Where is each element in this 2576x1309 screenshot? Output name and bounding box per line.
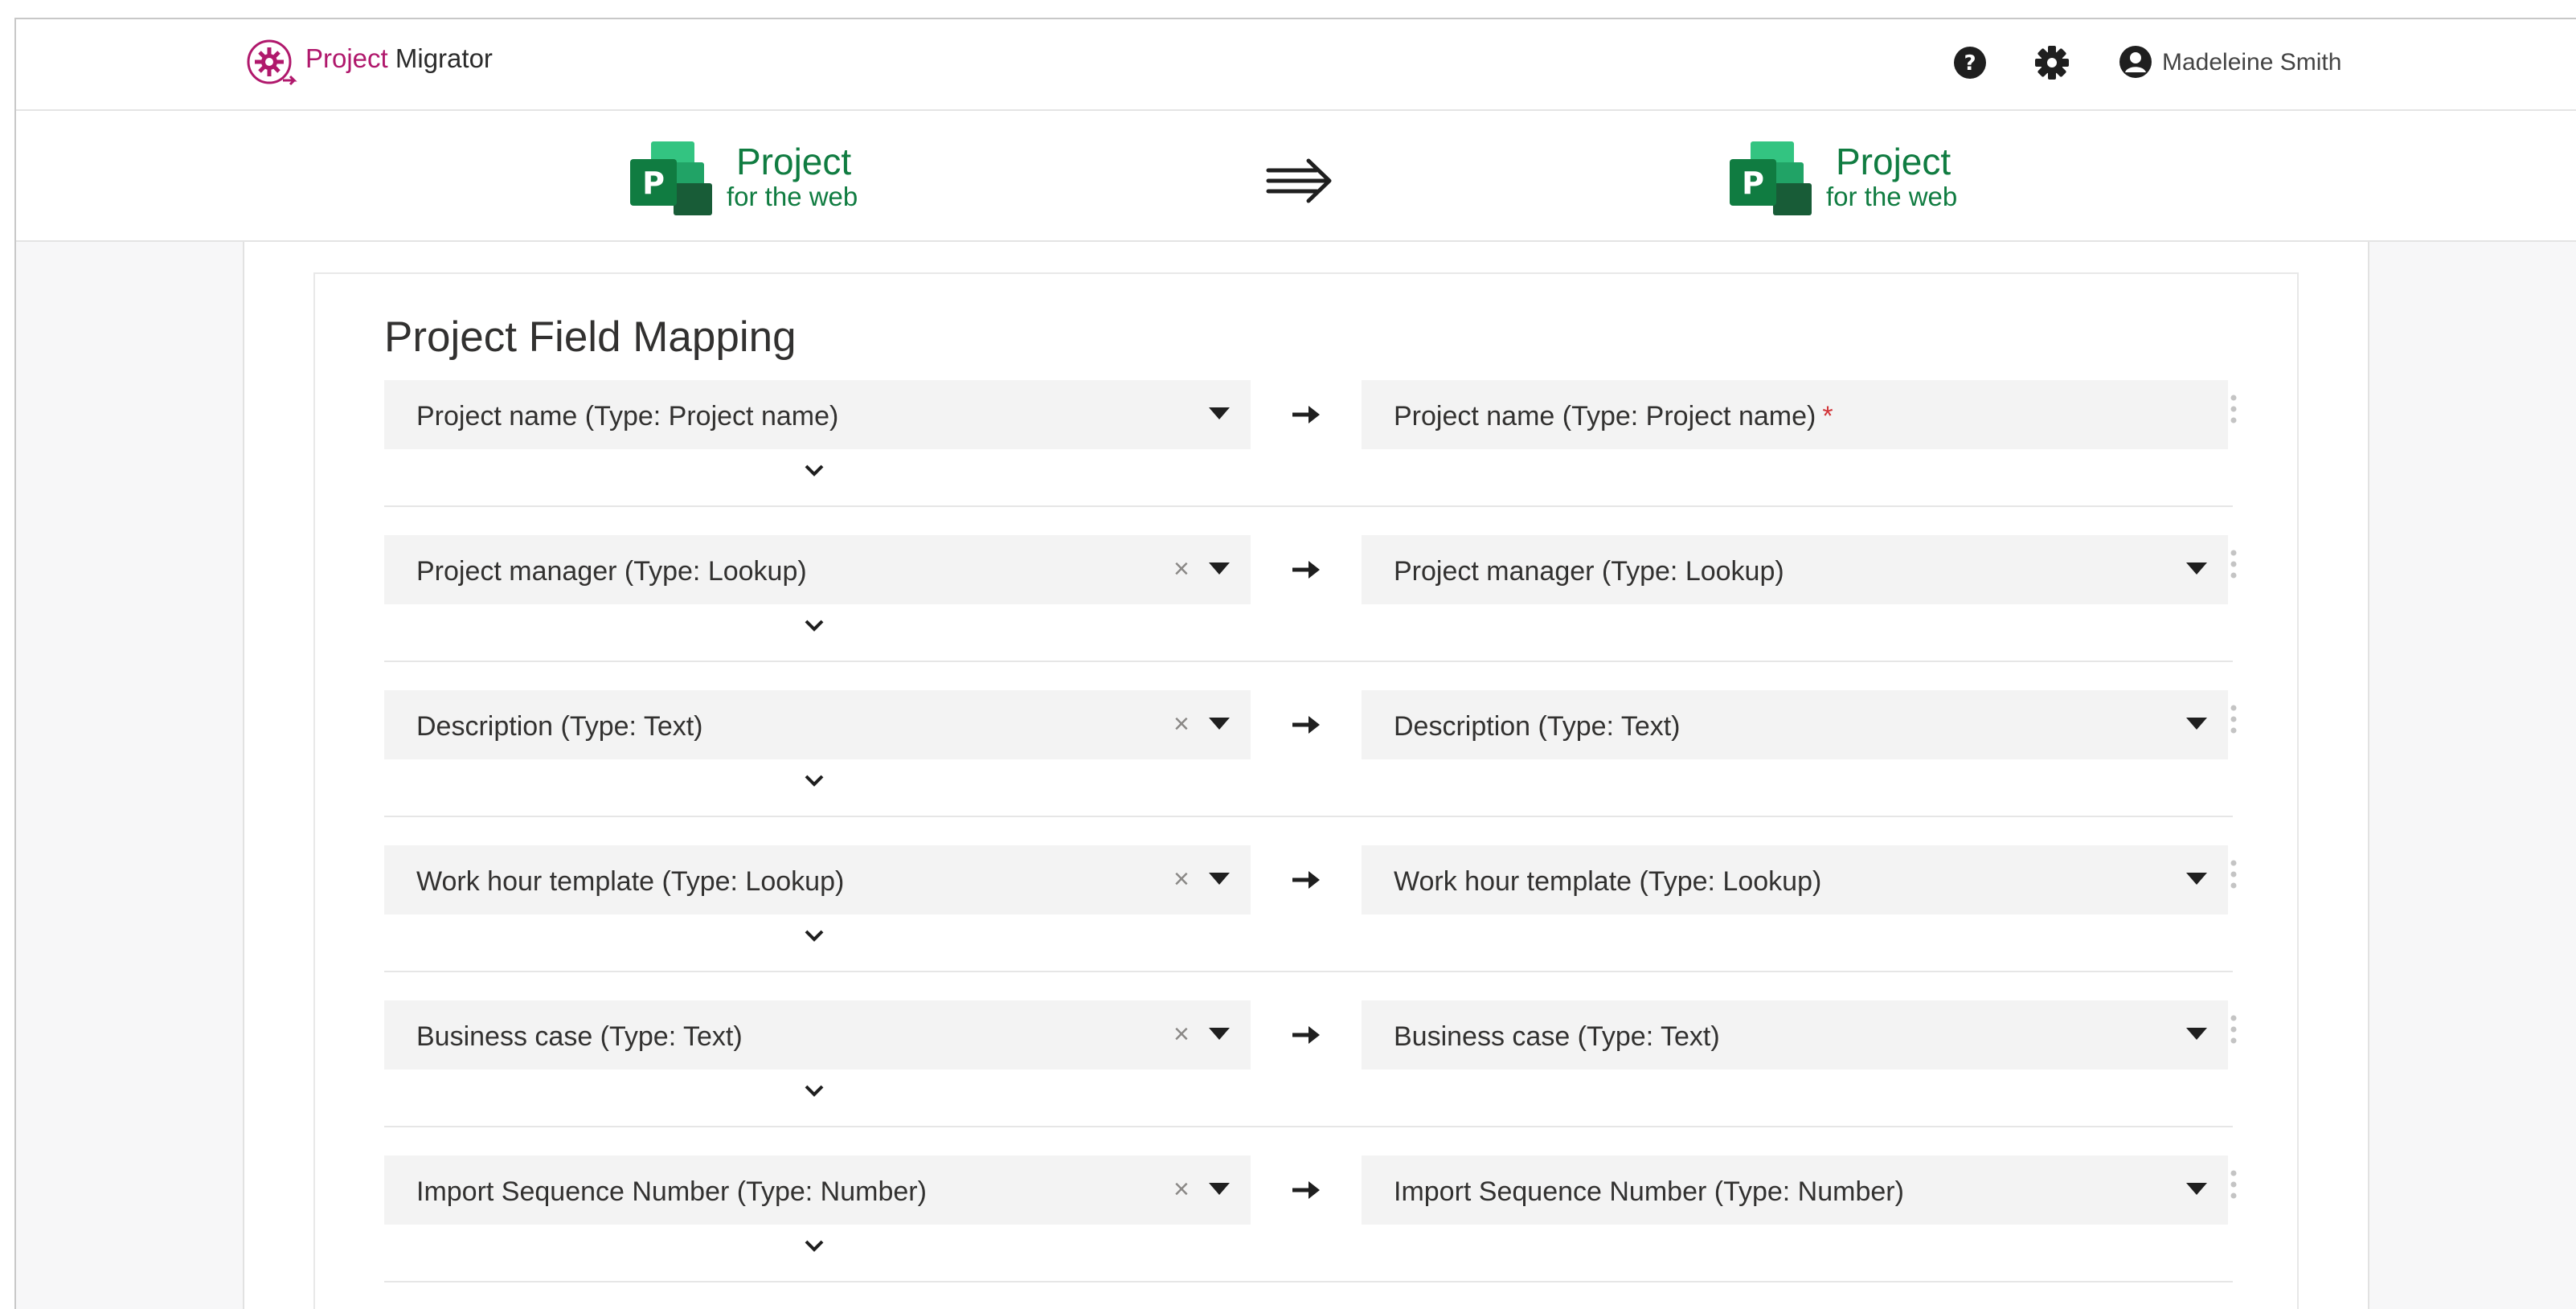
caret-down-icon[interactable] <box>1209 562 1230 575</box>
caret-down-icon[interactable] <box>1209 1183 1230 1196</box>
triple-right-arrow-icon <box>1266 158 1332 203</box>
top-bar: Project Migrator ? Madeleine Smith <box>16 19 2576 111</box>
caret-down-icon[interactable] <box>2186 562 2207 575</box>
svg-text:P: P <box>642 166 665 201</box>
right-arrow-icon <box>1292 561 1320 579</box>
right-arrow-icon <box>1292 406 1320 423</box>
content-panel: Project Field Mapping Project name (Type… <box>243 242 2369 1309</box>
chevron-down-icon[interactable] <box>802 927 826 943</box>
drag-handle-icon[interactable] <box>2228 1013 2239 1045</box>
chevron-down-icon[interactable] <box>802 462 826 478</box>
help-icon[interactable]: ? <box>1951 44 1988 81</box>
field-mapping-card: Project Field Mapping Project name (Type… <box>313 272 2299 1309</box>
target-field-value: Business case (Type: Text) <box>1394 1021 1720 1052</box>
drag-handle-icon[interactable] <box>2228 393 2239 425</box>
row-divider <box>384 505 2233 507</box>
chevron-down-icon[interactable] <box>802 617 826 633</box>
row-divider <box>384 661 2233 662</box>
target-field-select[interactable]: Description (Type: Text) <box>1362 690 2228 759</box>
user-avatar-icon[interactable] <box>2117 43 2154 80</box>
source-field-select[interactable]: Project manager (Type: Lookup) × <box>384 535 1251 604</box>
app-window: Project Migrator ? Madeleine Smith P Pro… <box>14 18 2576 1309</box>
mapping-row: Work hour template (Type: Lookup) × Work… <box>384 845 2241 1000</box>
target-field-select[interactable]: Work hour template (Type: Lookup) <box>1362 845 2228 914</box>
drag-handle-icon[interactable] <box>2228 1168 2239 1201</box>
mapping-row: Description (Type: Text) × Description (… <box>384 690 2241 845</box>
clear-icon[interactable]: × <box>1173 1173 1190 1205</box>
source-field-select[interactable]: Business case (Type: Text) × <box>384 1000 1251 1070</box>
clear-icon[interactable]: × <box>1173 553 1190 585</box>
caret-down-icon[interactable] <box>1209 1028 1230 1041</box>
right-arrow-icon <box>1292 871 1320 889</box>
mapping-row: Import Sequence Number (Type: Number) × … <box>384 1156 2241 1309</box>
source-product-name: Project <box>736 141 852 182</box>
chevron-down-icon[interactable] <box>802 772 826 788</box>
gear-icon[interactable] <box>2033 44 2070 81</box>
source-field-select[interactable]: Import Sequence Number (Type: Number) × <box>384 1156 1251 1225</box>
source-field-select[interactable]: Project name (Type: Project name) <box>384 380 1251 449</box>
caret-down-icon[interactable] <box>1209 407 1230 420</box>
project-logo-icon: P <box>1730 141 1812 215</box>
target-field-select[interactable]: Business case (Type: Text) <box>1362 1000 2228 1070</box>
target-field-select[interactable]: Project manager (Type: Lookup) <box>1362 535 2228 604</box>
caret-down-icon[interactable] <box>1209 718 1230 730</box>
source-field-value: Business case (Type: Text) <box>416 1021 743 1052</box>
row-divider <box>384 1281 2233 1282</box>
caret-down-icon[interactable] <box>1209 873 1230 886</box>
drag-handle-icon[interactable] <box>2228 703 2239 735</box>
svg-text:?: ? <box>1964 51 1976 76</box>
right-arrow-icon <box>1292 1181 1320 1199</box>
mapping-row: Business case (Type: Text) × Business ca… <box>384 1000 2241 1156</box>
app-title-part1: Project <box>305 43 388 73</box>
target-field-value: Work hour template (Type: Lookup) <box>1394 866 1822 897</box>
clear-icon[interactable]: × <box>1173 863 1190 895</box>
caret-down-icon[interactable] <box>2186 873 2207 886</box>
mapping-row: Project name (Type: Project name) Projec… <box>384 380 2241 535</box>
source-field-value: Description (Type: Text) <box>416 711 703 742</box>
target-field-display: Project name (Type: Project name) * <box>1362 380 2228 449</box>
chevron-down-icon[interactable] <box>802 1237 826 1254</box>
migration-header: P Project for the web P Project for the <box>16 111 2576 242</box>
target-field-select[interactable]: Import Sequence Number (Type: Number) <box>1362 1156 2228 1225</box>
source-product-subtitle: for the web <box>727 182 858 211</box>
project-migrator-logo-icon <box>247 39 297 86</box>
source-field-select[interactable]: Work hour template (Type: Lookup) × <box>384 845 1251 914</box>
app-title-part2: Migrator <box>387 43 493 73</box>
caret-down-icon[interactable] <box>2186 718 2207 730</box>
clear-icon[interactable]: × <box>1173 708 1190 740</box>
user-name[interactable]: Madeleine Smith <box>2162 49 2341 76</box>
card-title: Project Field Mapping <box>384 313 797 361</box>
caret-down-icon[interactable] <box>2186 1028 2207 1041</box>
drag-handle-icon[interactable] <box>2228 548 2239 580</box>
source-field-value: Work hour template (Type: Lookup) <box>416 866 845 897</box>
svg-text:P: P <box>1742 166 1764 201</box>
right-arrow-icon <box>1292 716 1320 734</box>
clear-icon[interactable]: × <box>1173 1018 1190 1050</box>
source-field-value: Project name (Type: Project name) <box>416 401 839 432</box>
project-logo-icon: P <box>630 141 712 215</box>
drag-handle-icon[interactable] <box>2228 858 2239 890</box>
required-indicator: * <box>1822 401 1833 432</box>
target-field-value: Description (Type: Text) <box>1394 711 1681 742</box>
app-title: Project Migrator <box>305 43 493 74</box>
source-field-value: Project manager (Type: Lookup) <box>416 556 807 587</box>
row-divider <box>384 1126 2233 1127</box>
target-field-value: Project name (Type: Project name) <box>1394 401 1816 432</box>
source-field-select[interactable]: Description (Type: Text) × <box>384 690 1251 759</box>
mapping-row: Project manager (Type: Lookup) × Project… <box>384 535 2241 690</box>
row-divider <box>384 816 2233 817</box>
caret-down-icon[interactable] <box>2186 1183 2207 1196</box>
target-field-value: Import Sequence Number (Type: Number) <box>1394 1176 1904 1207</box>
right-arrow-icon <box>1292 1026 1320 1044</box>
destination-product-subtitle: for the web <box>1826 182 1958 211</box>
chevron-down-icon[interactable] <box>802 1082 826 1098</box>
target-field-value: Project manager (Type: Lookup) <box>1394 556 1784 587</box>
destination-product-name: Project <box>1836 141 1951 182</box>
row-divider <box>384 971 2233 972</box>
source-field-value: Import Sequence Number (Type: Number) <box>416 1176 927 1207</box>
